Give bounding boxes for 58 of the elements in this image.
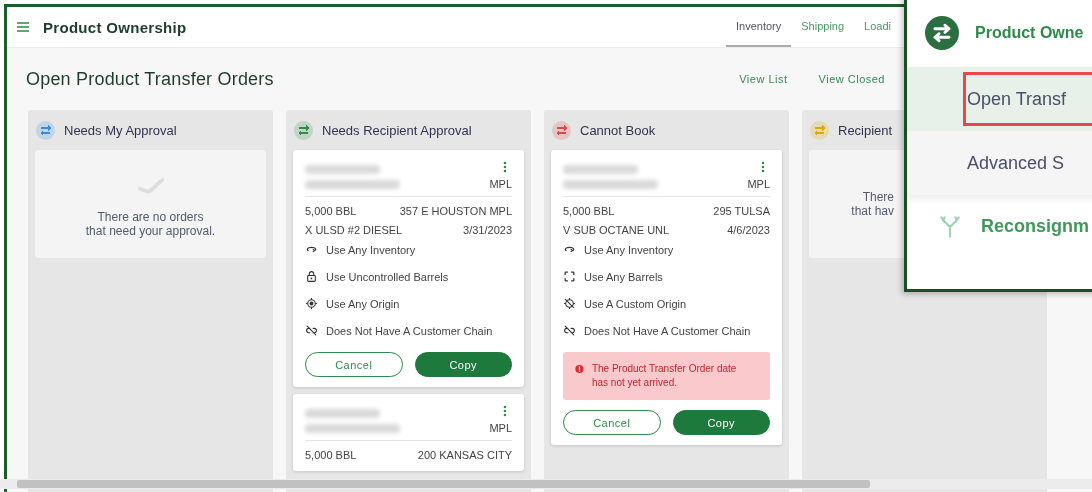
card-unit: MPL: [747, 178, 770, 190]
copy-button[interactable]: Copy: [414, 352, 512, 377]
copy-button[interactable]: Copy: [672, 410, 770, 435]
page-title: Open Product Transfer Orders: [26, 68, 274, 90]
horizontal-scrollbar[interactable]: [0, 479, 1092, 489]
expand-corners-icon: [563, 270, 576, 283]
empty-message: There are no orders that need your approval.: [85, 210, 216, 238]
card-feature: Use Any Barrels: [584, 270, 663, 283]
menu-item[interactable]: Open Transf: [907, 67, 1092, 131]
card-quantity: 5,000 BBL: [563, 205, 615, 217]
card-unit: MPL: [489, 422, 512, 434]
broken-link-icon: [563, 324, 576, 337]
column-title: Recipient: [838, 122, 893, 138]
nav-tab[interactable]: Inventory: [726, 7, 792, 47]
card-feature: Does Not Have A Customer Chain: [584, 324, 751, 337]
card-feature: Does Not Have A Customer Chain: [326, 324, 493, 337]
cancel-button[interactable]: Cancel: [563, 410, 661, 435]
column-title: Needs Recipient Approval: [322, 122, 472, 138]
card-feature: Use A Custom Origin: [584, 297, 687, 310]
menu-section-title[interactable]: Product Owne: [975, 24, 1084, 42]
card-product: V SUB OCTANE UNL: [563, 224, 670, 236]
view-link[interactable]: View List: [739, 73, 788, 85]
swap-arrows-icon: [925, 16, 959, 50]
menu-icon[interactable]: [15, 19, 31, 35]
swap-arrows-icon: [36, 120, 55, 140]
card-product: X ULSD #2 DIESEL: [305, 224, 403, 236]
card-quantity: 5,000 BBL: [305, 205, 357, 217]
broken-link-icon: [305, 324, 318, 337]
card-date: 3/31/2023: [463, 224, 512, 236]
card-feature: Use Any Origin: [326, 297, 400, 310]
card-feature: Use Uncontrolled Barrels: [326, 270, 449, 283]
error-alert: The Product Transfer Order date has not yet arrived.: [563, 352, 770, 400]
column-title: Needs My Approval: [64, 122, 177, 138]
empty-message: There that hav: [851, 190, 894, 218]
swap-arrows-icon: [552, 120, 571, 140]
cancel-button[interactable]: Cancel: [305, 352, 403, 377]
crosshair-off-icon: [563, 297, 576, 310]
card-location: 357 E HOUSTON MPL: [399, 205, 512, 217]
card-date: 4/6/2023: [727, 224, 770, 236]
column-title: Cannot Book: [580, 122, 656, 138]
menu-section-title[interactable]: Reconsignm: [981, 215, 1090, 237]
error-icon: [575, 362, 584, 376]
card-unit: MPL: [489, 178, 512, 190]
view-link[interactable]: View Closed: [818, 73, 885, 85]
menu-item[interactable]: Advanced S: [907, 131, 1092, 195]
card-feature: Use Any Inventory: [584, 243, 674, 256]
nav-tab[interactable]: Shipping: [791, 7, 855, 47]
swap-arrows-icon: [810, 120, 829, 140]
app-title: Product Ownership: [43, 18, 187, 36]
card-quantity: 5,000 BBL: [305, 449, 357, 461]
swap-arrows-icon: [294, 120, 313, 140]
crosshair-icon: [305, 297, 318, 310]
nav-tab[interactable]: Loadi: [854, 7, 901, 47]
fork-arrows-icon: [937, 213, 963, 239]
card-location: 295 TULSA: [713, 205, 770, 217]
card-feature: Use Any Inventory: [326, 243, 416, 256]
padlock-icon: [305, 270, 318, 283]
card-location: 200 KANSAS CITY: [417, 449, 512, 461]
